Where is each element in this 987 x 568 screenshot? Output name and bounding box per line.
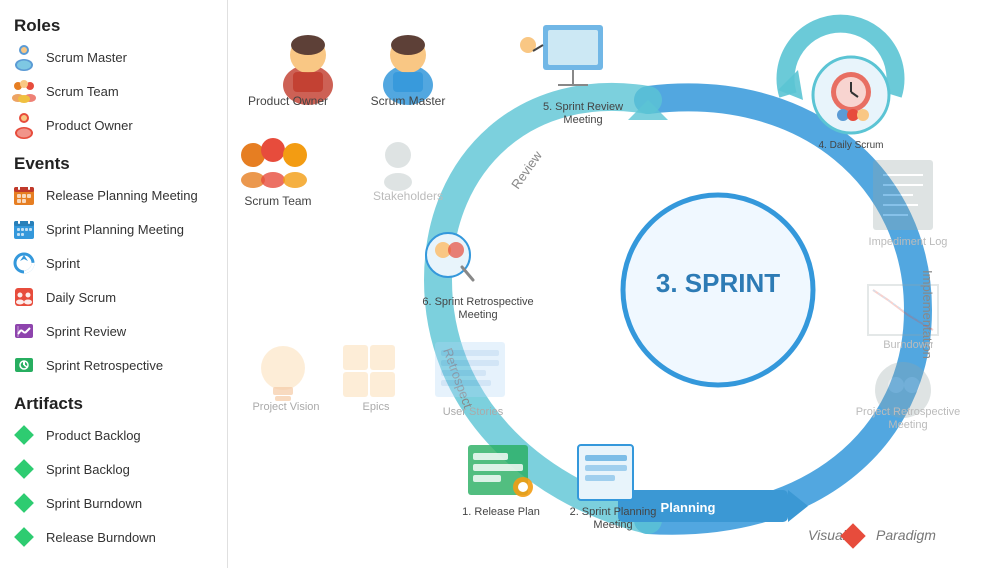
sidebar-item-release-burndown[interactable]: Release Burndown <box>0 520 227 554</box>
user-stories-label: User Stories <box>443 406 504 418</box>
artifacts-title: Artifacts <box>0 388 227 418</box>
sidebar-item-release-planning[interactable]: Release Planning Meeting <box>0 178 227 212</box>
epics-label: Epics <box>363 401 390 413</box>
product-owner-label: Product Owner <box>46 118 133 133</box>
svg-text:Meeting: Meeting <box>888 419 927 431</box>
scrum-master-label: Scrum Master <box>46 50 127 65</box>
sprint-icon <box>10 249 38 277</box>
product-backlog-diamond <box>10 421 38 449</box>
scrum-master-node-label: Scrum Master <box>371 94 446 108</box>
sprint-retro-node-label: 6. Sprint Retrospective <box>422 296 533 308</box>
sidebar-item-sprint[interactable]: Sprint <box>0 246 227 280</box>
sprint-planning-label: Sprint Planning Meeting <box>46 222 184 237</box>
release-plan-figure <box>468 445 533 497</box>
sidebar-item-sprint-backlog[interactable]: Sprint Backlog <box>0 452 227 486</box>
sprint-planning-node-label: 2. Sprint Planning <box>570 506 657 518</box>
impediment-log-label: Impediment Log <box>869 236 948 248</box>
sidebar-item-product-owner[interactable]: Product Owner <box>0 108 227 142</box>
user-stories-figure <box>435 342 505 397</box>
roles-title: Roles <box>0 10 227 40</box>
scrum-master-icon <box>10 43 38 71</box>
sprint-review-figure <box>520 25 603 85</box>
sprint-backlog-diamond <box>10 455 38 483</box>
rules-title: Rules <box>0 560 227 568</box>
sprint-burndown-label: Sprint Burndown <box>46 496 142 511</box>
release-burndown-label: Release Burndown <box>46 530 156 545</box>
sidebar-item-sprint-retro[interactable]: Sprint Retrospective <box>0 348 227 382</box>
sidebar: Roles Scrum Master Scrum Team <box>0 0 228 568</box>
scrum-team-node-label: Scrum Team <box>244 194 311 208</box>
product-backlog-label: Product Backlog <box>46 428 141 443</box>
sprint-planning-icon <box>10 215 38 243</box>
scrum-team-icon <box>10 77 38 105</box>
daily-scrum-icon <box>10 283 38 311</box>
stakeholders-figure <box>384 142 412 191</box>
product-owner-icon <box>10 111 38 139</box>
svg-text:Meeting: Meeting <box>458 309 497 321</box>
sprint-retro-icon <box>10 351 38 379</box>
sidebar-item-sprint-planning[interactable]: Sprint Planning Meeting <box>0 212 227 246</box>
sprint-retro-label: Sprint Retrospective <box>46 358 163 373</box>
impediment-log-figure <box>873 160 933 230</box>
brand-visual: Visual <box>808 527 847 543</box>
main-diagram: Planning 3. SPRINT Review Retrospect Imp… <box>228 0 987 568</box>
sidebar-item-daily-scrum[interactable]: Daily Scrum <box>0 280 227 314</box>
release-burndown-diamond <box>10 523 38 551</box>
svg-text:Meeting: Meeting <box>563 114 602 126</box>
sprint-burndown-diamond <box>10 489 38 517</box>
review-label: Review <box>508 148 545 192</box>
sprint-backlog-label: Sprint Backlog <box>46 462 130 477</box>
scrum-team-figure <box>241 138 307 188</box>
sprint-planning-figure <box>578 445 633 500</box>
burndown-label: Burndown <box>883 339 933 351</box>
brand-paradigm: Paradigm <box>876 527 936 543</box>
project-vision-label: Project Vision <box>252 401 319 413</box>
release-planning-icon <box>10 181 38 209</box>
epics-figure <box>343 345 395 397</box>
project-vision-figure <box>261 346 305 401</box>
sidebar-item-sprint-review[interactable]: Sprint Review <box>0 314 227 348</box>
release-planning-label: Release Planning Meeting <box>46 188 198 203</box>
sidebar-item-sprint-burndown[interactable]: Sprint Burndown <box>0 486 227 520</box>
sprint-review-icon <box>10 317 38 345</box>
sprint-review-node-label: 5. Sprint Review <box>543 101 623 113</box>
scrum-team-label: Scrum Team <box>46 84 119 99</box>
sidebar-item-scrum-team[interactable]: Scrum Team <box>0 74 227 108</box>
sprint-center-label: 3. SPRINT <box>656 268 780 298</box>
sidebar-item-product-backlog[interactable]: Product Backlog <box>0 418 227 452</box>
svg-text:Meeting: Meeting <box>593 519 632 531</box>
sprint-label: Sprint <box>46 256 80 271</box>
events-title: Events <box>0 148 227 178</box>
project-retro-node-label: Project Retrospective <box>856 406 961 418</box>
daily-scrum-label: Daily Scrum <box>46 290 116 305</box>
sprint-review-label: Sprint Review <box>46 324 126 339</box>
product-owner-node-label: Product Owner <box>248 94 328 108</box>
release-plan-label: 1. Release Plan <box>462 506 540 518</box>
sidebar-item-scrum-master[interactable]: Scrum Master <box>0 40 227 74</box>
planning-arrow-label: Planning <box>661 500 716 515</box>
stakeholders-node-label: Stakeholders <box>373 189 443 203</box>
daily-scrum-node-label: 4. Daily Scrum <box>818 140 883 151</box>
